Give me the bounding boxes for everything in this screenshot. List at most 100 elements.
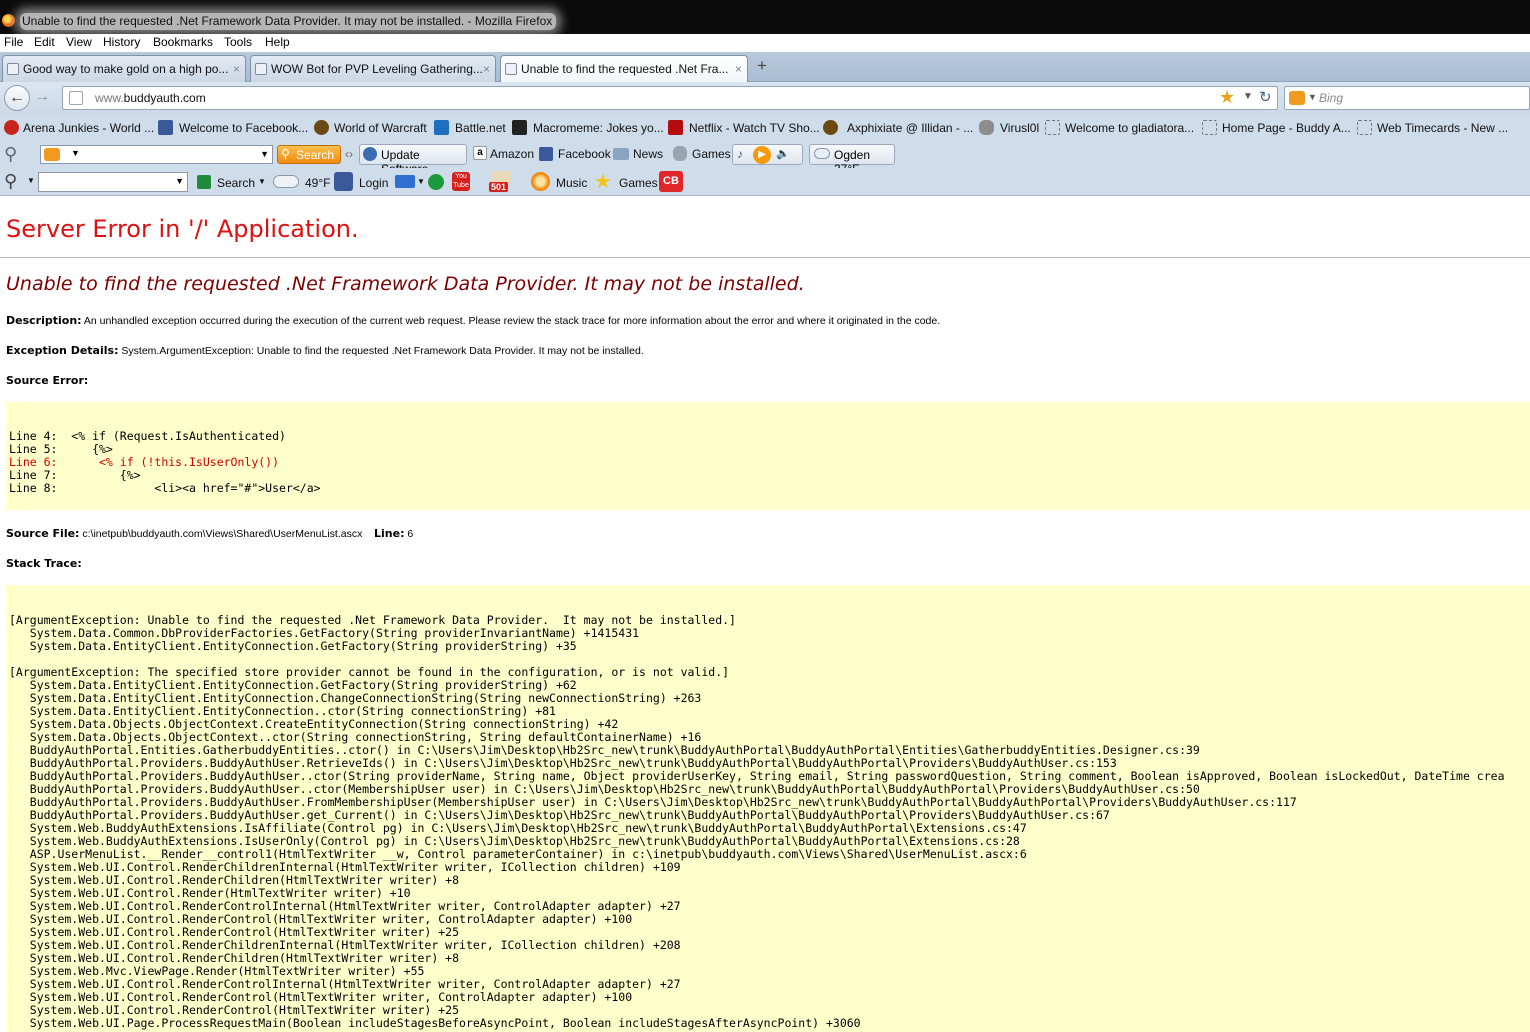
bookmark-world-of-warcraft[interactable]: World of Warcraft — [334, 121, 427, 135]
new-tab-button[interactable]: + — [751, 55, 773, 77]
page-icon — [1357, 120, 1372, 135]
mail-icon[interactable] — [395, 175, 415, 188]
search-bar[interactable]: ▼ Bing — [1284, 86, 1530, 110]
tab-server-error[interactable]: Unable to find the requested .Net Fra...… — [500, 55, 748, 83]
page-content: Server Error in '/' Application. Unable … — [0, 197, 1530, 1032]
games-link[interactable]: Games — [619, 176, 658, 190]
bookmark-star-icon[interactable]: ★ — [1219, 87, 1235, 108]
toolbar2-search-button[interactable]: Search — [217, 176, 255, 190]
source-error-heading: Source Error: — [6, 374, 88, 387]
go-arrow-icon[interactable] — [197, 175, 211, 189]
search-button-label: Search — [296, 148, 335, 162]
menu-file[interactable]: File — [4, 35, 23, 49]
dropdown-arrow-icon[interactable]: ▼ — [71, 148, 80, 158]
netflix-icon — [668, 120, 683, 135]
toolbar2-search-input[interactable]: ▼ — [38, 172, 188, 192]
bookmark-virusl0l[interactable]: Virusl0l — [1000, 121, 1039, 135]
page-icon — [1202, 120, 1217, 135]
url-text[interactable]: www.buddyauth.com — [95, 91, 206, 105]
menu-history[interactable]: History — [103, 35, 140, 49]
gamepad-icon — [979, 120, 994, 135]
dropdown-arrow-icon[interactable]: ▼ — [1243, 91, 1253, 102]
menu-view[interactable]: View — [66, 35, 92, 49]
volume-icon[interactable]: 🔈 — [776, 147, 790, 160]
media-player[interactable]: ♪ ▶ 🔈 — [732, 144, 803, 165]
notification-icon[interactable]: 501 — [489, 171, 513, 192]
back-arrow-icon: ← — [9, 89, 25, 106]
search-placeholder: Bing — [1319, 91, 1344, 105]
bookmark-gladiatora[interactable]: Welcome to gladiatora... — [1065, 121, 1194, 135]
url-domain: buddyauth.com — [123, 91, 206, 105]
toolbar-search-input[interactable]: ▼ ▼ — [40, 145, 273, 164]
menu-bookmarks[interactable]: Bookmarks — [153, 35, 213, 49]
amazon-icon: a — [473, 146, 487, 160]
bookmark-arena-junkies[interactable]: Arena Junkies - World ... — [23, 121, 154, 135]
reload-icon[interactable]: ↻ — [1259, 88, 1272, 106]
menu-edit[interactable]: Edit — [34, 35, 55, 49]
tab-wow-bot[interactable]: WOW Bot for PVP Leveling Gathering... × — [250, 55, 496, 82]
globe-icon[interactable] — [428, 174, 444, 190]
magnifier-icon: ⚲ — [4, 171, 18, 191]
dropdown-arrow-icon[interactable]: ▼ — [27, 176, 35, 185]
tab-bar: Good way to make gold on a high po... × … — [0, 52, 1530, 83]
login-link[interactable]: Login — [359, 176, 388, 190]
bookmark-axphixiate[interactable]: Axphixiate @ Illidan - ... — [847, 121, 973, 135]
update-software-button[interactable]: Update Software — [359, 144, 467, 176]
bookmark-facebook[interactable]: Welcome to Facebook... — [179, 121, 308, 135]
temperature-label[interactable]: 49°F — [305, 176, 330, 190]
navigation-bar: ← → www.buddyauth.com ★ ▼ ↻ ▼ Bing — [0, 82, 1530, 114]
dropdown-arrow-icon[interactable]: ▼ — [258, 177, 266, 186]
close-icon[interactable]: × — [233, 62, 240, 76]
window-title: Unable to find the requested .Net Framew… — [20, 13, 557, 30]
amazon-link[interactable]: Amazon — [490, 147, 534, 161]
stack-trace-line: System.Data.EntityClient.EntityConnectio… — [9, 639, 577, 653]
dropdown-arrow-icon[interactable]: ▼ — [417, 177, 425, 186]
dropdown-arrow-icon[interactable]: ▼ — [260, 149, 269, 159]
search-button[interactable]: ⚲ Search — [277, 145, 341, 164]
line-label: Line: — [374, 527, 405, 540]
bookmark-buddy-home[interactable]: Home Page - Buddy A... — [1222, 121, 1351, 135]
bookmark-macromeme[interactable]: Macromeme: Jokes yo... — [533, 121, 664, 135]
joystick-icon — [673, 146, 687, 161]
tab-gold[interactable]: Good way to make gold on a high po... × — [2, 55, 246, 82]
close-icon[interactable]: × — [735, 62, 742, 76]
line-number: 6 — [404, 528, 414, 540]
facebook-link[interactable]: Facebook — [558, 147, 611, 161]
menu-help[interactable]: Help — [265, 35, 290, 49]
warcraft-icon — [314, 120, 329, 135]
forward-button[interactable]: → — [34, 88, 50, 106]
bookmarks-bar: Arena Junkies - World ... Welcome to Fac… — [0, 114, 1530, 142]
page-title: Server Error in '/' Application. — [6, 215, 359, 243]
tab-label: WOW Bot for PVP Leveling Gathering... — [271, 62, 483, 76]
bookmark-battle-net[interactable]: Battle.net — [455, 121, 506, 135]
url-prefix: www. — [95, 91, 124, 105]
url-bar[interactable]: www.buddyauth.com ★ ▼ ↻ — [62, 86, 1278, 110]
page-icon — [7, 63, 19, 75]
dropdown-arrow-icon[interactable]: ▼ — [175, 176, 184, 186]
music-icon — [531, 172, 550, 191]
rain-cloud-icon — [273, 175, 299, 188]
description-label: Description: — [6, 314, 82, 327]
dropdown-arrow-icon[interactable]: ▼ — [1308, 92, 1317, 102]
cb-button[interactable]: CB — [659, 171, 683, 192]
bing-engine-icon[interactable] — [1289, 91, 1305, 105]
exception-details: Exception Details: System.ArgumentExcept… — [6, 344, 644, 357]
menu-tools[interactable]: Tools — [224, 35, 252, 49]
stack-trace-heading: Stack Trace: — [6, 557, 82, 570]
bookmark-netflix[interactable]: Netflix - Watch TV Sho... — [689, 121, 820, 135]
music-link[interactable]: Music — [556, 176, 587, 190]
description-text: An unhandled exception occurred during t… — [81, 315, 941, 327]
weather-button[interactable]: Ogden 37°F — [809, 144, 895, 176]
back-button[interactable]: ← — [4, 85, 30, 111]
bookmark-web-timecards[interactable]: Web Timecards - New ... — [1377, 121, 1508, 135]
page-icon — [255, 63, 267, 75]
play-icon[interactable]: ▶ — [753, 146, 771, 164]
source-error-box: Line 4: <% if (Request.IsAuthenticated) L… — [6, 402, 1530, 510]
chevron-icon[interactable]: ‹› — [345, 147, 353, 161]
news-link[interactable]: News — [633, 147, 663, 161]
close-icon[interactable]: × — [483, 62, 490, 76]
games-link[interactable]: Games — [692, 147, 731, 161]
warcraft-icon — [823, 120, 838, 135]
youtube-icon[interactable]: You Tube — [452, 172, 470, 191]
tab-label: Unable to find the requested .Net Fra... — [521, 62, 729, 76]
